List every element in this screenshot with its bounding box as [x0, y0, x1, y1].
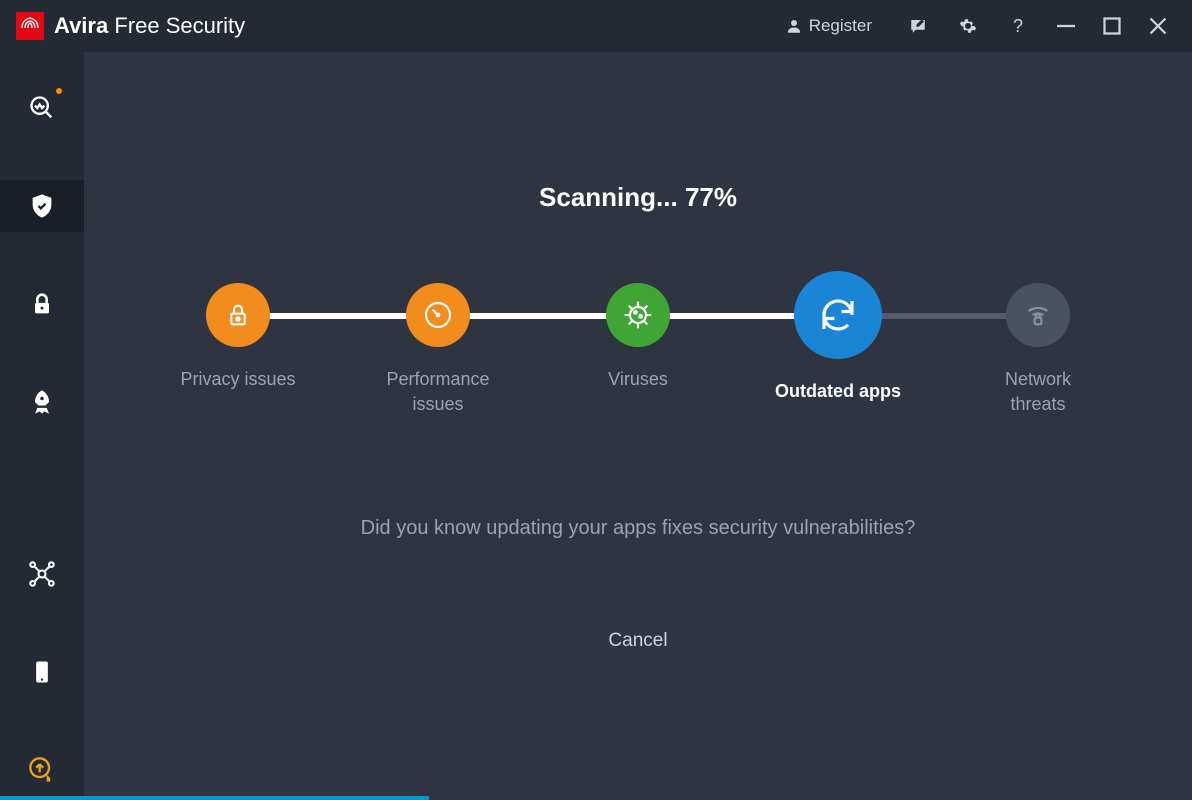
step-outdated: Outdated apps [738, 283, 938, 404]
sidebar-item-modules[interactable] [0, 548, 84, 600]
privacy-lock-icon [222, 299, 254, 331]
scan-icon [28, 94, 56, 122]
step-outdated-circle [794, 271, 882, 359]
wifi-lock-icon [1022, 299, 1054, 331]
lock-icon [28, 290, 56, 318]
notification-dot [56, 88, 62, 94]
sidebar-item-upgrade[interactable] [0, 744, 84, 796]
avira-logo [16, 12, 44, 40]
feedback-icon[interactable] [906, 14, 930, 38]
step-performance-label: Performanceissues [386, 367, 489, 417]
maximize-button[interactable] [1100, 14, 1124, 38]
step-performance-circle [406, 283, 470, 347]
phone-icon [28, 658, 56, 686]
bottom-accent-bar [0, 796, 1192, 800]
cancel-button[interactable]: Cancel [608, 630, 667, 652]
refresh-icon [817, 294, 859, 336]
step-privacy-label: Privacy issues [180, 367, 295, 392]
gauge-icon [422, 299, 454, 331]
rocket-icon [28, 388, 56, 416]
scan-percent: 77% [685, 182, 737, 212]
sidebar-item-security[interactable] [0, 180, 84, 232]
step-privacy: Privacy issues [138, 283, 338, 392]
scan-tip: Did you know updating your apps fixes se… [361, 517, 916, 540]
step-outdated-label: Outdated apps [775, 379, 901, 404]
step-viruses-label: Viruses [608, 367, 668, 392]
sidebar-item-mobile[interactable] [0, 646, 84, 698]
brand-text: Avira Free Security [54, 13, 245, 39]
sidebar-item-performance[interactable] [0, 376, 84, 428]
shield-icon [28, 192, 56, 220]
step-privacy-circle [206, 283, 270, 347]
virus-icon [622, 299, 654, 331]
sidebar-item-scan[interactable] [0, 82, 84, 134]
step-network-circle [1006, 283, 1070, 347]
close-button[interactable] [1146, 14, 1170, 38]
register-button[interactable]: Register [785, 16, 872, 36]
sidebar [0, 52, 84, 796]
brand-suite: Free Security [114, 13, 245, 38]
step-network: Networkthreats [938, 283, 1138, 417]
scan-status-title: Scanning... 77% [539, 182, 737, 213]
connector-completed [244, 313, 844, 319]
modules-icon [28, 560, 56, 588]
user-icon [785, 17, 803, 35]
register-label: Register [809, 16, 872, 36]
sidebar-item-privacy[interactable] [0, 278, 84, 330]
step-viruses: Viruses [538, 283, 738, 392]
upgrade-icon [28, 756, 56, 784]
step-network-label: Networkthreats [1005, 367, 1071, 417]
scan-steps: Privacy issues Performanceissues Vi [84, 283, 1192, 417]
titlebar: Avira Free Security Register ? [0, 0, 1192, 52]
minimize-button[interactable] [1054, 14, 1078, 38]
step-performance: Performanceissues [338, 283, 538, 417]
step-viruses-circle [606, 283, 670, 347]
main-content: Scanning... 77% Privacy issues [84, 52, 1192, 796]
settings-gear-icon[interactable] [956, 14, 980, 38]
help-icon[interactable]: ? [1006, 14, 1030, 38]
brand-name: Avira [54, 13, 108, 38]
